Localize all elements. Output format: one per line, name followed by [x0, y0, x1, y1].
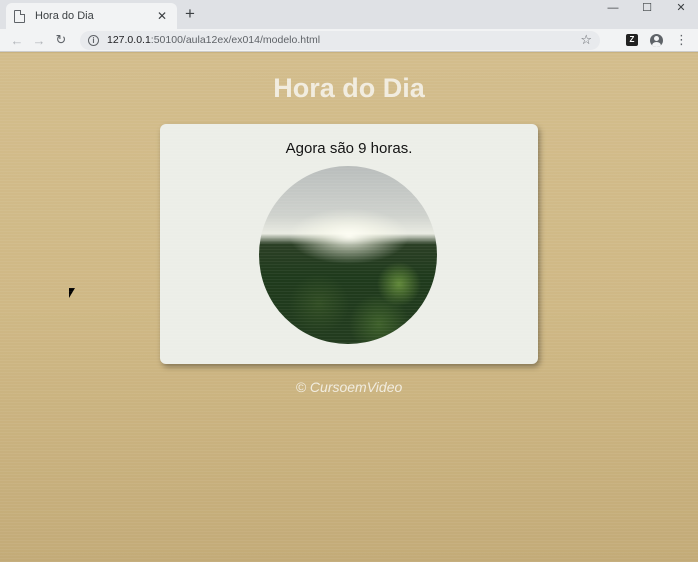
url-host: 127.0.0.1: [107, 34, 151, 46]
tab-strip: Hora do Dia ✕ + — ☐ ✕: [0, 0, 698, 29]
time-message: Agora são 9 horas.: [285, 140, 413, 157]
document-icon: [14, 9, 25, 23]
extension-icon[interactable]: Z: [626, 34, 638, 46]
maximize-button[interactable]: ☐: [630, 0, 664, 18]
info-icon[interactable]: i: [88, 34, 99, 46]
address-bar[interactable]: i 127.0.0.1 :50100/aula12ex/ex014/modelo…: [80, 30, 600, 50]
photo-grass: [259, 244, 437, 344]
morning-photo: [259, 166, 437, 344]
footer-credit: © CursoemVideo: [295, 379, 403, 395]
tab-title: Hora do Dia: [35, 10, 94, 22]
menu-icon[interactable]: ⋮: [675, 33, 688, 46]
mouse-cursor-icon: [69, 288, 75, 298]
new-tab-button[interactable]: +: [185, 5, 195, 23]
profile-icon[interactable]: [650, 33, 663, 47]
window-controls: — ☐ ✕: [596, 0, 698, 18]
close-tab-icon[interactable]: ✕: [155, 9, 169, 23]
content-card: Agora são 9 horas.: [160, 124, 538, 364]
minimize-button[interactable]: —: [596, 0, 630, 18]
forward-button[interactable]: →: [28, 33, 50, 48]
browser-toolbar: ← → ↻ i 127.0.0.1 :50100/aula12ex/ex014/…: [0, 29, 698, 52]
url-path: :50100/aula12ex/ex014/modelo.html: [150, 34, 321, 46]
bookmark-star-icon[interactable]: ☆: [580, 32, 592, 48]
reload-button[interactable]: ↻: [50, 32, 72, 48]
browser-window: Hora do Dia ✕ + — ☐ ✕ ← → ↻ i 127.0.0.1 …: [0, 0, 698, 562]
page-title: Hora do Dia: [273, 73, 425, 103]
back-button[interactable]: ←: [6, 33, 28, 48]
close-window-button[interactable]: ✕: [664, 0, 698, 18]
page-content: Hora do Dia Agora são 9 horas. © Cursoem…: [0, 53, 698, 562]
tab-hora-do-dia[interactable]: Hora do Dia ✕: [6, 3, 177, 29]
toolbar-right: Z ⋮: [626, 33, 692, 47]
